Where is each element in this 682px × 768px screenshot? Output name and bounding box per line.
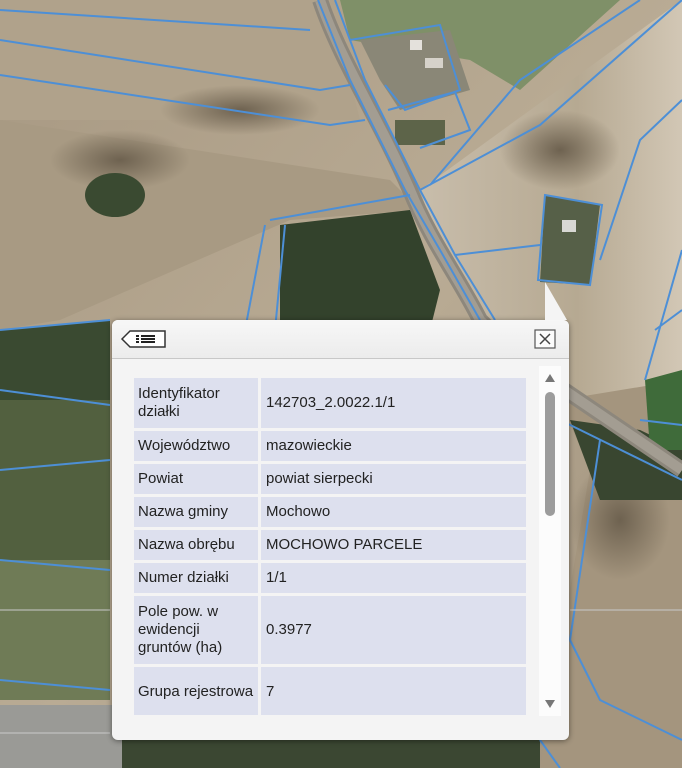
close-button[interactable] bbox=[534, 329, 556, 349]
attribute-key: Grupa rejestrowa bbox=[134, 667, 261, 715]
attributes-panel[interactable]: Identyfikator działki 142703_2.0022.1/1 … bbox=[134, 378, 526, 715]
attribute-key: Nazwa gminy bbox=[134, 497, 261, 527]
attribute-key: Pole pow. w ewidencji gruntów (ha) bbox=[134, 596, 261, 664]
list-back-icon bbox=[120, 330, 166, 348]
map-view[interactable]: Identyfikator działki 142703_2.0022.1/1 … bbox=[0, 0, 682, 768]
table-row: Pole pow. w ewidencji gruntów (ha) 0.397… bbox=[134, 596, 526, 664]
table-row: Numer działki 1/1 bbox=[134, 563, 526, 593]
scroll-up-arrow-icon[interactable] bbox=[545, 374, 555, 382]
parcel-attributes-table: Identyfikator działki 142703_2.0022.1/1 … bbox=[134, 378, 526, 715]
table-row: Grupa rejestrowa 7 bbox=[134, 667, 526, 715]
attribute-value: Mochowo bbox=[261, 497, 526, 527]
attribute-value: 142703_2.0022.1/1 bbox=[261, 378, 526, 428]
close-icon bbox=[534, 329, 556, 349]
attribute-value: MOCHOWO PARCELE bbox=[261, 530, 526, 560]
attribute-key: Województwo bbox=[134, 431, 261, 461]
popup-header bbox=[112, 320, 569, 359]
parcel-info-popup: Identyfikator działki 142703_2.0022.1/1 … bbox=[112, 282, 569, 740]
back-to-list-button[interactable] bbox=[120, 328, 168, 350]
table-row: Identyfikator działki 142703_2.0022.1/1 bbox=[134, 378, 526, 428]
scroll-down-arrow-icon[interactable] bbox=[545, 700, 555, 708]
attribute-value: 1/1 bbox=[261, 563, 526, 593]
table-row: Nazwa obrębu MOCHOWO PARCELE bbox=[134, 530, 526, 560]
table-row: Powiat powiat sierpecki bbox=[134, 464, 526, 494]
attribute-value: powiat sierpecki bbox=[261, 464, 526, 494]
attribute-key: Powiat bbox=[134, 464, 261, 494]
vertical-scrollbar[interactable] bbox=[539, 366, 561, 716]
attribute-value: 0.3977 bbox=[261, 596, 526, 664]
popup-pointer bbox=[545, 282, 567, 320]
attribute-key: Nazwa obrębu bbox=[134, 530, 261, 560]
table-row: Nazwa gminy Mochowo bbox=[134, 497, 526, 527]
attribute-value: 7 bbox=[261, 667, 526, 715]
attribute-value: mazowieckie bbox=[261, 431, 526, 461]
scroll-thumb[interactable] bbox=[545, 392, 555, 516]
attribute-key: Numer działki bbox=[134, 563, 261, 593]
attribute-key: Identyfikator działki bbox=[134, 378, 261, 428]
table-row: Województwo mazowieckie bbox=[134, 431, 526, 461]
